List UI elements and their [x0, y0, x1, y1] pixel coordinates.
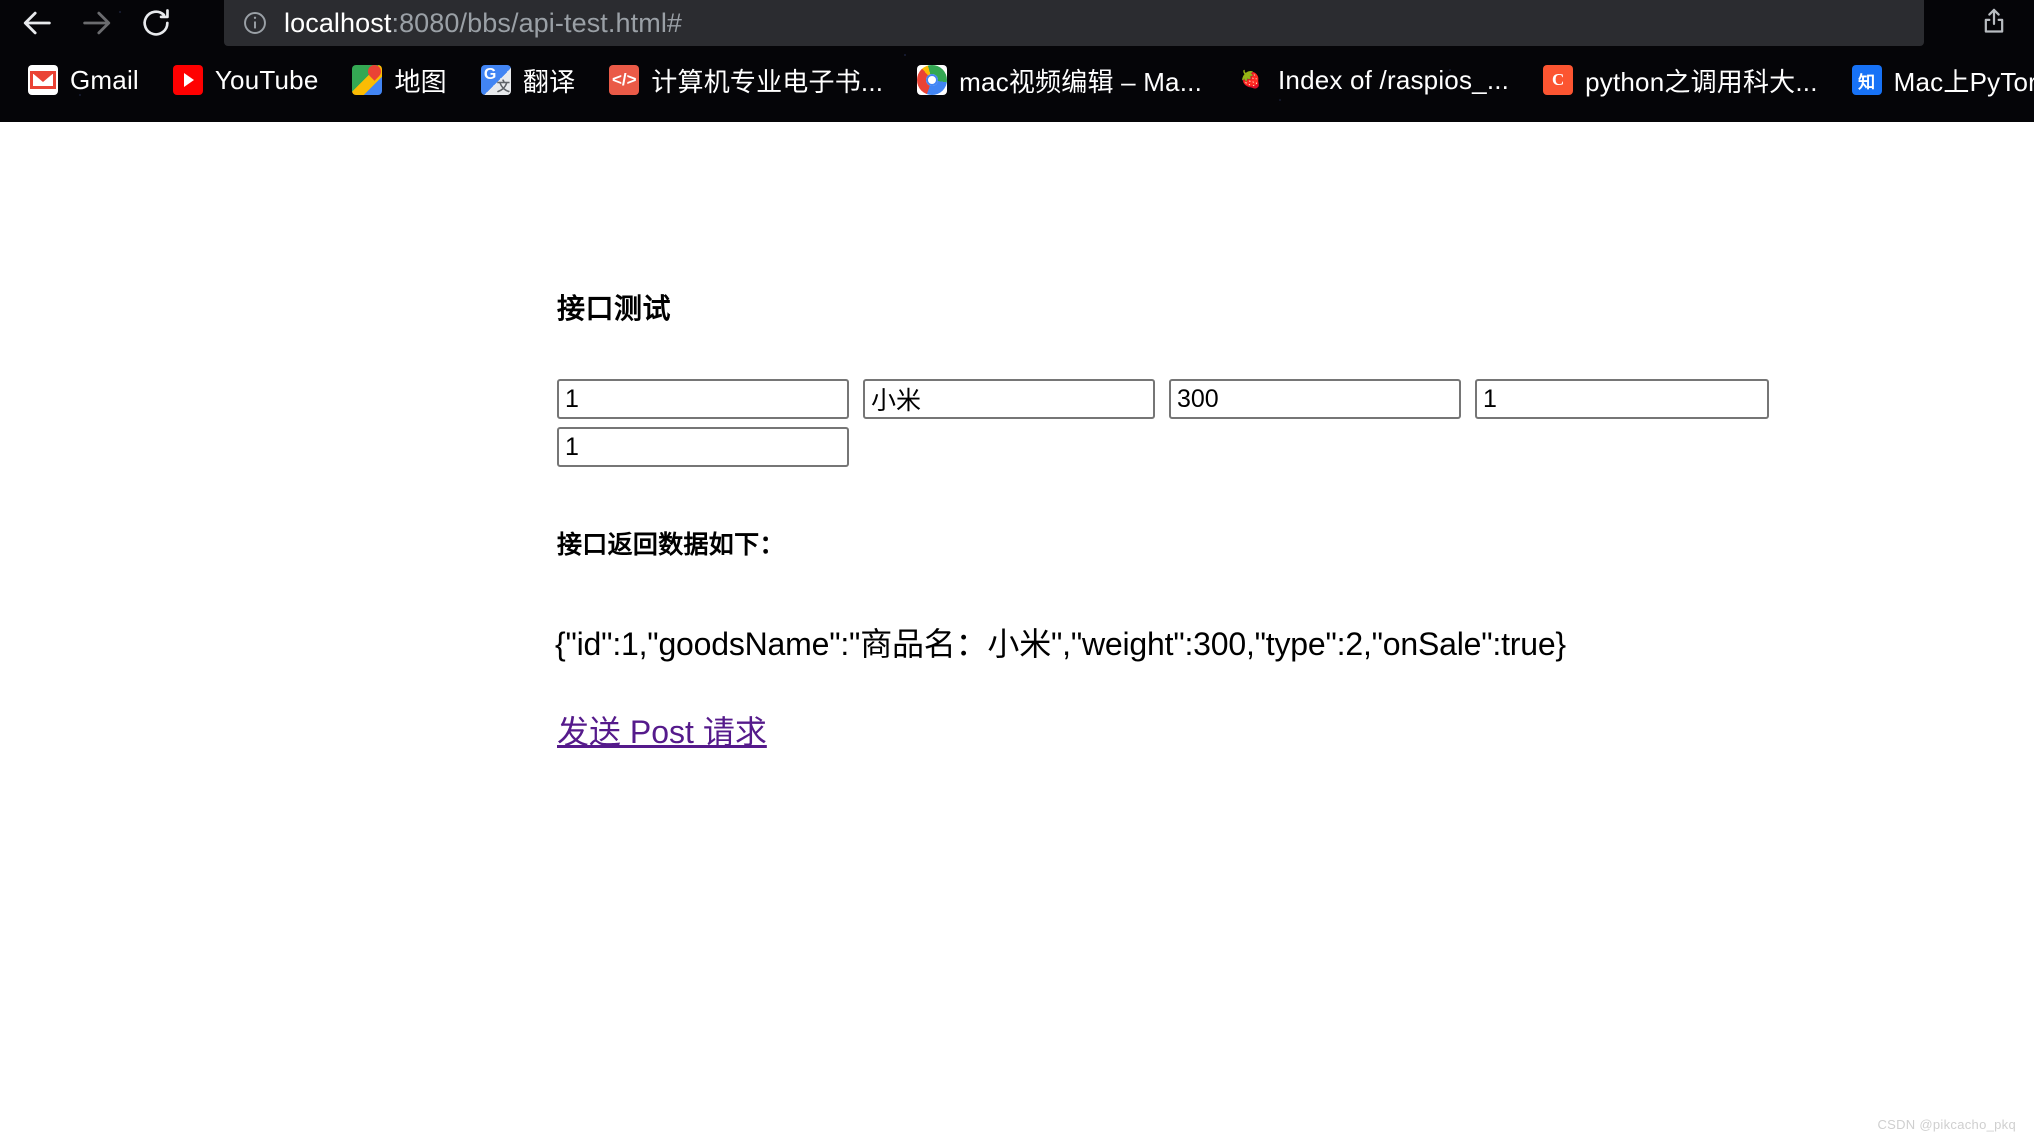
bookmark-raspios[interactable]: 🍓 Index of /raspios_... [1224, 54, 1521, 106]
arrow-left-icon [21, 6, 55, 40]
arrow-right-icon [79, 6, 113, 40]
page-body: 接口测试 接口返回数据如下： {"id":1,"goodsName":"商品名：… [555, 287, 2034, 753]
code-brackets-icon: </> [609, 65, 640, 95]
bookmark-maps[interactable]: 地图 [340, 54, 458, 106]
on-sale-input[interactable] [557, 427, 849, 467]
browser-toolbar: localhost:8080/bbs/api-test.html# [0, 0, 2034, 46]
chrome-icon [917, 65, 948, 95]
page-viewport: 接口测试 接口返回数据如下： {"id":1,"goodsName":"商品名：… [0, 122, 2034, 1142]
bookmark-label: Mac上PyTorch安 [1893, 66, 2034, 97]
url-path: :8080/bbs/api-test.html# [391, 7, 683, 38]
bookmark-translate[interactable]: 翻译 [469, 54, 587, 106]
google-maps-icon [352, 65, 383, 95]
url-text: localhost:8080/bbs/api-test.html# [284, 8, 682, 39]
result-label: 接口返回数据如下： [557, 531, 785, 559]
bookmark-label: Gmail [70, 64, 139, 95]
bookmark-pytorch-zhihu[interactable]: 知 Mac上PyTorch安 [1840, 54, 2034, 106]
address-bar[interactable]: localhost:8080/bbs/api-test.html# [224, 0, 1924, 46]
share-upload-icon [1980, 7, 2008, 40]
input-row-secondary [557, 427, 2034, 467]
bookmark-mac-video[interactable]: mac视频编辑 – Ma... [905, 54, 1214, 106]
bookmark-label: 计算机专业电子书... [651, 66, 884, 97]
raspberry-pi-icon: 🍓 [1240, 70, 1262, 89]
goods-name-input[interactable] [863, 379, 1155, 419]
csdn-watermark: CSDN @pikcacho_pkq [1877, 1117, 2016, 1132]
zhihu-icon: 知 [1851, 65, 1882, 95]
bookmark-label: python之调用科大... [1585, 66, 1818, 97]
bookmark-label: YouTube [214, 64, 319, 95]
bookmark-label: mac视频编辑 – Ma... [959, 66, 1202, 97]
bookmark-python-csdn[interactable]: C python之调用科大... [1531, 54, 1830, 106]
weight-input[interactable] [1169, 379, 1461, 419]
url-host: localhost [284, 7, 392, 38]
forward-button[interactable] [68, 0, 124, 46]
browser-chrome: localhost:8080/bbs/api-test.html# Gmail … [0, 0, 2034, 122]
result-json-output: {"id":1,"goodsName":"商品名：小米","weight":30… [555, 626, 1566, 662]
gmail-icon [28, 65, 58, 95]
bookmark-label: Index of /raspios_... [1278, 64, 1510, 95]
back-button[interactable] [10, 0, 66, 46]
page-title: 接口测试 [557, 293, 672, 324]
bookmark-gmail[interactable]: Gmail [16, 54, 151, 106]
type-input[interactable] [1475, 379, 1769, 419]
bookmark-youtube[interactable]: YouTube [161, 54, 331, 106]
bookmark-ebooks[interactable]: </> 计算机专业电子书... [597, 54, 895, 106]
bookmarks-bar: Gmail YouTube 地图 翻译 </> 计算机专业电子书... mac视… [0, 46, 2034, 114]
input-row-primary [557, 379, 2034, 419]
csdn-icon: C [1543, 65, 1574, 95]
info-circle-icon[interactable] [242, 10, 268, 36]
bookmark-label: 地图 [394, 66, 447, 97]
youtube-icon [172, 65, 203, 95]
reload-icon [140, 7, 172, 39]
bookmark-label: 翻译 [522, 66, 576, 97]
share-button[interactable] [1968, 0, 2020, 46]
id-input[interactable] [557, 379, 849, 419]
google-translate-icon [480, 65, 511, 95]
send-post-request-link[interactable]: 发送 Post 请求 [557, 707, 767, 753]
reload-button[interactable] [128, 0, 184, 46]
